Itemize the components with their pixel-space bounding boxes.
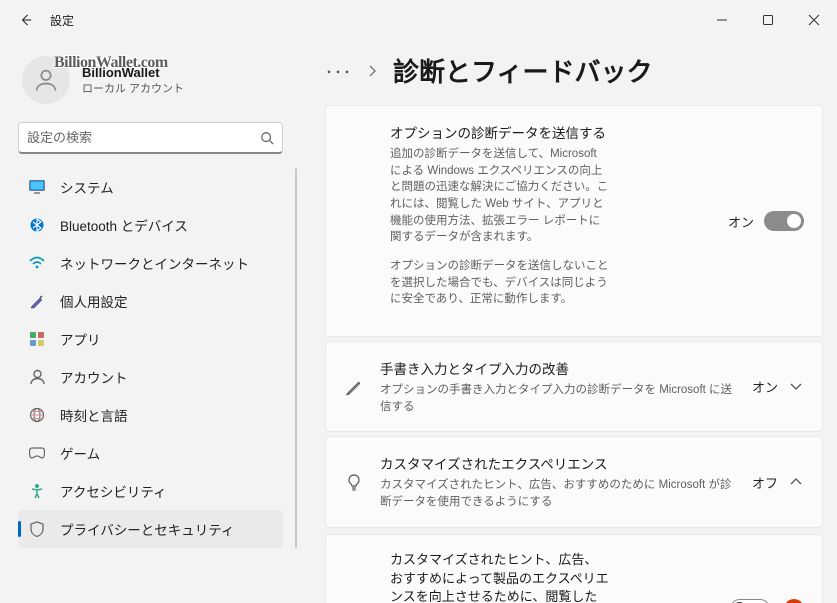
game-icon [28, 444, 46, 462]
monitor-icon [28, 178, 46, 196]
nav-item-personalization[interactable]: 個人用設定 [18, 282, 283, 320]
nav-list: システム Bluetooth とデバイス ネットワークとインターネット 個人用設… [18, 168, 301, 548]
search-input[interactable] [27, 130, 260, 145]
nav-label: アカウント [60, 367, 128, 387]
nav-label: アプリ [60, 329, 101, 349]
close-icon [808, 14, 820, 26]
card-inking-typing[interactable]: 手書き入力とタイプ入力の改善 オプションの手書き入力とタイプ入力の診断データを … [325, 341, 823, 432]
card-desc: 追加の診断データを送信して、Microsoft による Windows エクスペ… [390, 146, 610, 246]
titlebar: 設定 [0, 0, 837, 40]
minimize-icon [716, 14, 728, 26]
card-tailored-experiences[interactable]: カスタマイズされたエクスペリエンス カスタマイズされたヒント、広告、おすすめのた… [325, 436, 823, 527]
app-title: 設定 [50, 12, 74, 29]
arrow-left-icon [19, 13, 33, 27]
nav-label: 時刻と言語 [60, 405, 128, 425]
nav-item-network[interactable]: ネットワークとインターネット [18, 244, 283, 282]
minimize-button[interactable] [699, 4, 745, 36]
nav-label: ネットワークとインターネット [60, 253, 249, 273]
card-note: オプションの診断データを送信しないことを選択した場合でも、デバイスは同じように安… [390, 258, 610, 308]
nav-scrollbar[interactable] [295, 168, 297, 548]
back-button[interactable] [10, 4, 42, 36]
state-label: オフ [752, 473, 778, 492]
nav-label: 個人用設定 [60, 291, 128, 311]
profile-name: BillionWallet [82, 65, 184, 80]
avatar [22, 56, 70, 104]
chevron-down-icon [788, 383, 804, 391]
person-icon [32, 66, 60, 94]
search-icon [260, 131, 274, 145]
nav-item-gaming[interactable]: ゲーム [18, 434, 283, 472]
main-content: ･･･ 診断とフィードバック オプションの診断データを送信する 追加の診断データ… [305, 40, 837, 603]
card-title: オプションの診断データを送信する [390, 122, 712, 142]
paint-icon [28, 292, 46, 310]
toggle-tailored[interactable] [730, 599, 770, 603]
card-tailored-toggle: カスタマイズされたヒント、広告、おすすめによって製品のエクスペリエンスを向上させ… [325, 534, 823, 603]
apps-icon [28, 330, 46, 348]
sidebar: BillionWallet ローカル アカウント BillionWallet.c… [0, 40, 305, 603]
nav-item-accounts[interactable]: アカウント [18, 358, 283, 396]
close-button[interactable] [791, 4, 837, 36]
page-title: 診断とフィードバック [393, 52, 652, 89]
maximize-button[interactable] [745, 4, 791, 36]
accessibility-icon [28, 482, 46, 500]
globe-icon [28, 406, 46, 424]
nav-item-system[interactable]: システム [18, 168, 283, 206]
account-icon [28, 368, 46, 386]
nav-item-accessibility[interactable]: アクセシビリティ [18, 472, 283, 510]
nav-label: プライバシーとセキュリティ [60, 519, 234, 539]
nav-item-bluetooth[interactable]: Bluetooth とデバイス [18, 206, 283, 244]
nav-label: システム [60, 177, 114, 197]
nav-item-time-language[interactable]: 時刻と言語 [18, 396, 283, 434]
profile-block[interactable]: BillionWallet ローカル アカウント BillionWallet.c… [18, 50, 301, 118]
wifi-icon [28, 254, 46, 272]
toggle-optional-diag[interactable] [764, 211, 804, 231]
nav-label: ゲーム [60, 443, 100, 463]
card-desc: カスタマイズされたヒント、広告、おすすめのために Microsoft が診断デー… [380, 477, 736, 510]
bulb-icon [345, 473, 363, 491]
toggle-state-label: オン [728, 212, 754, 231]
nav-label: Bluetooth とデバイス [60, 215, 188, 235]
card-desc: オプションの手書き入力とタイプ入力の診断データを Microsoft に送信する [380, 382, 736, 415]
pen-icon [345, 378, 363, 396]
search-box[interactable] [18, 122, 283, 154]
maximize-icon [762, 14, 774, 26]
breadcrumb: ･･･ 診断とフィードバック [325, 52, 823, 89]
card-title: 手書き入力とタイプ入力の改善 [380, 358, 736, 378]
chevron-right-icon [368, 64, 377, 78]
nav-item-apps[interactable]: アプリ [18, 320, 283, 358]
shield-icon [28, 520, 46, 538]
card-title: カスタマイズされたヒント、広告、おすすめによって製品のエクスペリエンスを向上させ… [390, 551, 610, 603]
breadcrumb-more[interactable]: ･･･ [325, 59, 352, 83]
nav-label: アクセシビリティ [60, 481, 167, 501]
card-title: カスタマイズされたエクスペリエンス [380, 453, 736, 473]
profile-sub: ローカル アカウント [82, 80, 184, 96]
annotation-badge: 1 [784, 599, 804, 603]
nav-item-privacy[interactable]: プライバシーとセキュリティ [18, 510, 283, 548]
bluetooth-icon [28, 216, 46, 234]
card-optional-diag: オプションの診断データを送信する 追加の診断データを送信して、Microsoft… [325, 105, 823, 337]
chevron-up-icon [788, 478, 804, 486]
state-label: オン [752, 377, 778, 396]
